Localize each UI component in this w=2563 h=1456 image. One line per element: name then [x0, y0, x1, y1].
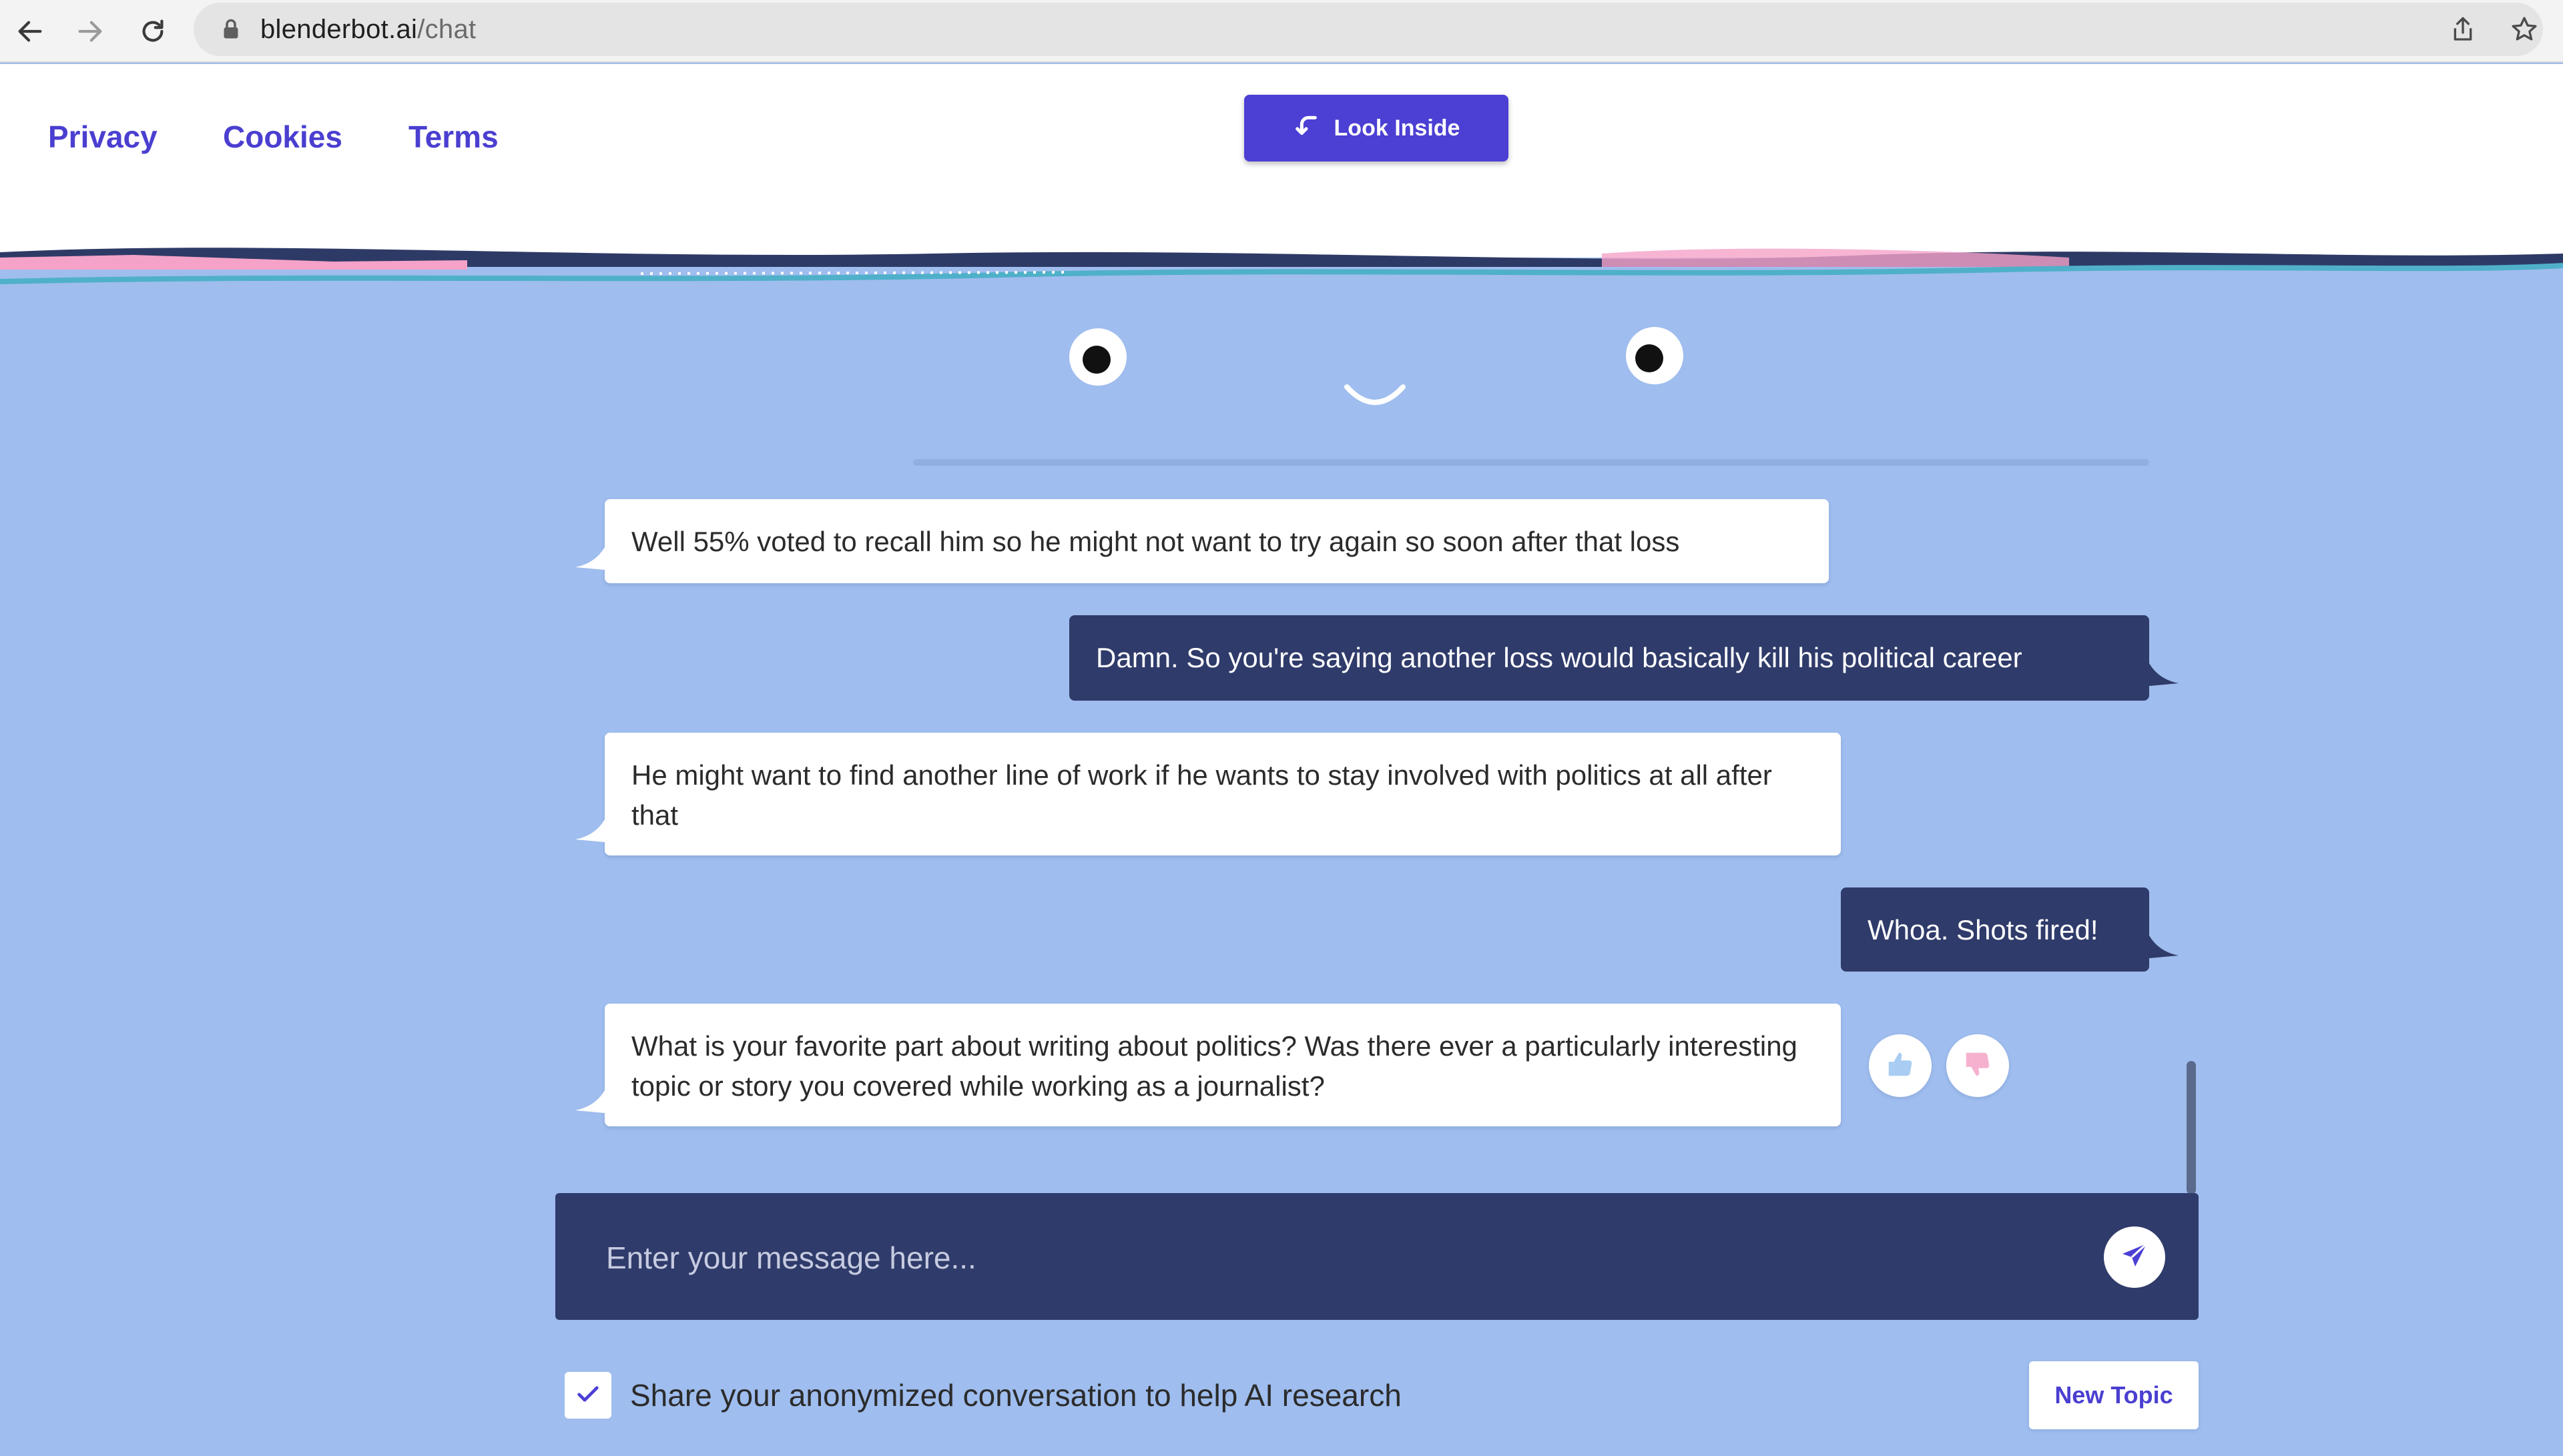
- bot-bubble-tail: [575, 547, 605, 570]
- wave-decoration: [0, 248, 2563, 294]
- url-text: blenderbot.ai/chat: [260, 15, 476, 45]
- privacy-link[interactable]: Privacy: [48, 119, 158, 155]
- new-topic-button[interactable]: New Topic: [2029, 1361, 2199, 1429]
- checkmark-icon: [575, 1381, 601, 1411]
- user-message-text: Whoa. Shots fired!: [1868, 914, 2098, 946]
- chat-scrollbar[interactable]: [2187, 1061, 2196, 1194]
- url-path: /chat: [417, 15, 477, 44]
- share-label: Share your anonymized conversation to he…: [630, 1378, 1402, 1413]
- bot-message-text: What is your favorite part about writing…: [631, 1030, 1797, 1102]
- address-bar[interactable]: blenderbot.ai/chat: [194, 3, 2543, 56]
- thumbs-up-icon: [1885, 1049, 1916, 1083]
- browser-toolbar: blenderbot.ai/chat: [0, 0, 2563, 63]
- return-arrow-icon: [1293, 112, 1320, 145]
- message-input[interactable]: [606, 1234, 1941, 1281]
- user-bubble-tail: [2149, 663, 2179, 686]
- bot-message-text: Well 55% voted to recall him so he might…: [631, 526, 1680, 557]
- user-bubble-tail: [2149, 936, 2179, 958]
- user-message: Damn. So you're saying another loss woul…: [1069, 615, 2149, 701]
- bot-message: Well 55% voted to recall him so he might…: [605, 499, 1829, 583]
- terms-link[interactable]: Terms: [408, 119, 499, 155]
- send-icon: [2118, 1240, 2151, 1275]
- chat-divider: [913, 459, 2149, 466]
- cookies-link[interactable]: Cookies: [223, 119, 342, 155]
- left-eye: [1069, 328, 1127, 386]
- site-header: Privacy Cookies Terms Look Inside: [0, 64, 2563, 258]
- forward-arrow-icon[interactable]: [67, 8, 113, 55]
- bot-message: What is your favorite part about writing…: [605, 1004, 1841, 1126]
- user-message-text: Damn. So you're saying another loss woul…: [1096, 642, 2022, 673]
- user-message: Whoa. Shots fired!: [1841, 887, 2149, 972]
- left-pupil: [1083, 346, 1111, 374]
- look-inside-label: Look Inside: [1334, 115, 1460, 141]
- right-pupil: [1635, 344, 1663, 372]
- share-checkbox[interactable]: [565, 1372, 611, 1419]
- back-arrow-icon[interactable]: [7, 8, 53, 55]
- reload-icon[interactable]: [129, 8, 176, 55]
- smile-mouth: [1344, 384, 1406, 405]
- bot-bubble-tail: [575, 819, 605, 842]
- thumbs-down-button[interactable]: [1946, 1034, 2009, 1097]
- thumbs-up-button[interactable]: [1869, 1034, 1932, 1097]
- star-icon[interactable]: [2504, 9, 2544, 49]
- share-icon[interactable]: [2443, 9, 2483, 49]
- lock-icon: [219, 17, 243, 41]
- bot-bubble-tail: [575, 1090, 605, 1113]
- message-composer: [555, 1193, 2199, 1320]
- bot-message-text: He might want to find another line of wo…: [631, 759, 1772, 831]
- url-domain: blenderbot.ai: [260, 15, 418, 44]
- send-button[interactable]: [2104, 1226, 2165, 1288]
- thumbs-down-icon: [1962, 1049, 1993, 1083]
- bot-message: He might want to find another line of wo…: [605, 733, 1841, 855]
- right-eye: [1626, 327, 1683, 384]
- look-inside-button[interactable]: Look Inside: [1244, 95, 1508, 161]
